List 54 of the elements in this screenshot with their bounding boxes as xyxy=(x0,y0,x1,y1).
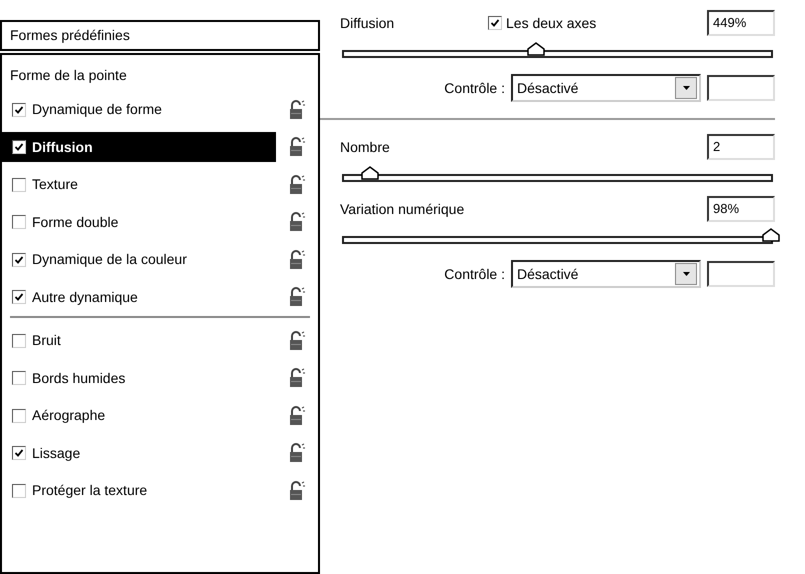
checkbox[interactable] xyxy=(12,371,26,386)
control-dropdown[interactable]: Désactivé xyxy=(511,260,701,288)
checkbox[interactable] xyxy=(12,408,26,423)
lock-icon[interactable] xyxy=(289,406,305,426)
checkbox[interactable] xyxy=(12,252,26,267)
checkbox[interactable] xyxy=(12,140,26,154)
sidebar-item[interactable]: Dynamique de la couleur xyxy=(2,244,276,275)
slider-thumb[interactable] xyxy=(527,42,546,56)
caret-icon xyxy=(682,272,690,276)
sidebar-item[interactable]: Bords humides xyxy=(2,363,276,394)
value-field[interactable]: 2 xyxy=(707,134,775,160)
lock-icon[interactable] xyxy=(289,443,305,464)
input-field[interactable] xyxy=(707,75,775,101)
sidebar-header[interactable]: Forme de la pointe xyxy=(2,63,318,87)
lock-icon[interactable] xyxy=(289,330,305,351)
checkbox[interactable] xyxy=(488,16,502,30)
presets-item[interactable]: Formes prédéfinies xyxy=(0,20,320,51)
checkbox[interactable] xyxy=(12,334,26,348)
checkbox[interactable] xyxy=(12,446,26,460)
caret-icon xyxy=(682,86,690,90)
value-field[interactable]: 98% xyxy=(707,196,775,222)
slider-thumb[interactable] xyxy=(360,166,379,180)
sidebar-item[interactable]: Bruit xyxy=(2,326,276,356)
lock-icon[interactable] xyxy=(289,212,305,232)
lock-icon[interactable] xyxy=(289,174,305,195)
sidebar-item[interactable]: Forme double xyxy=(2,207,276,238)
field-label: Diffusion xyxy=(340,14,396,32)
sidebar-item[interactable]: Texture xyxy=(2,170,276,200)
value-field[interactable]: 449% xyxy=(707,10,775,36)
field-label: Nombre xyxy=(340,138,391,156)
lock-icon[interactable] xyxy=(289,368,305,388)
field-label: Variation numérique xyxy=(340,200,466,219)
sidebar-item[interactable]: Autre dynamique xyxy=(2,282,276,312)
sidebar-item[interactable]: Dynamique de forme xyxy=(2,94,276,125)
sidebar-item[interactable]: Diffusion xyxy=(2,132,276,162)
checkbox[interactable] xyxy=(12,290,26,304)
checkbox[interactable] xyxy=(12,102,26,117)
control-label: Contrôle : xyxy=(444,78,505,98)
checkbox[interactable] xyxy=(12,215,26,230)
lock-icon[interactable] xyxy=(289,137,305,158)
axes-checkbox[interactable]: Les deux axes xyxy=(488,12,596,34)
checkbox[interactable] xyxy=(12,178,26,192)
control-dropdown[interactable]: Désactivé xyxy=(511,74,701,102)
control-label: Contrôle : xyxy=(444,264,505,284)
lock-icon[interactable] xyxy=(289,480,305,501)
lock-icon[interactable] xyxy=(289,250,305,270)
sidebar-item[interactable]: Protéger la texture xyxy=(2,476,276,506)
sidebar-item[interactable]: Lissage xyxy=(2,438,276,468)
input-field[interactable] xyxy=(707,261,775,287)
lock-icon[interactable] xyxy=(289,100,305,120)
lock-icon[interactable] xyxy=(289,287,305,308)
checkbox[interactable] xyxy=(12,484,26,498)
slider-thumb[interactable] xyxy=(762,228,780,242)
sidebar-item[interactable]: Aérographe xyxy=(2,400,276,431)
